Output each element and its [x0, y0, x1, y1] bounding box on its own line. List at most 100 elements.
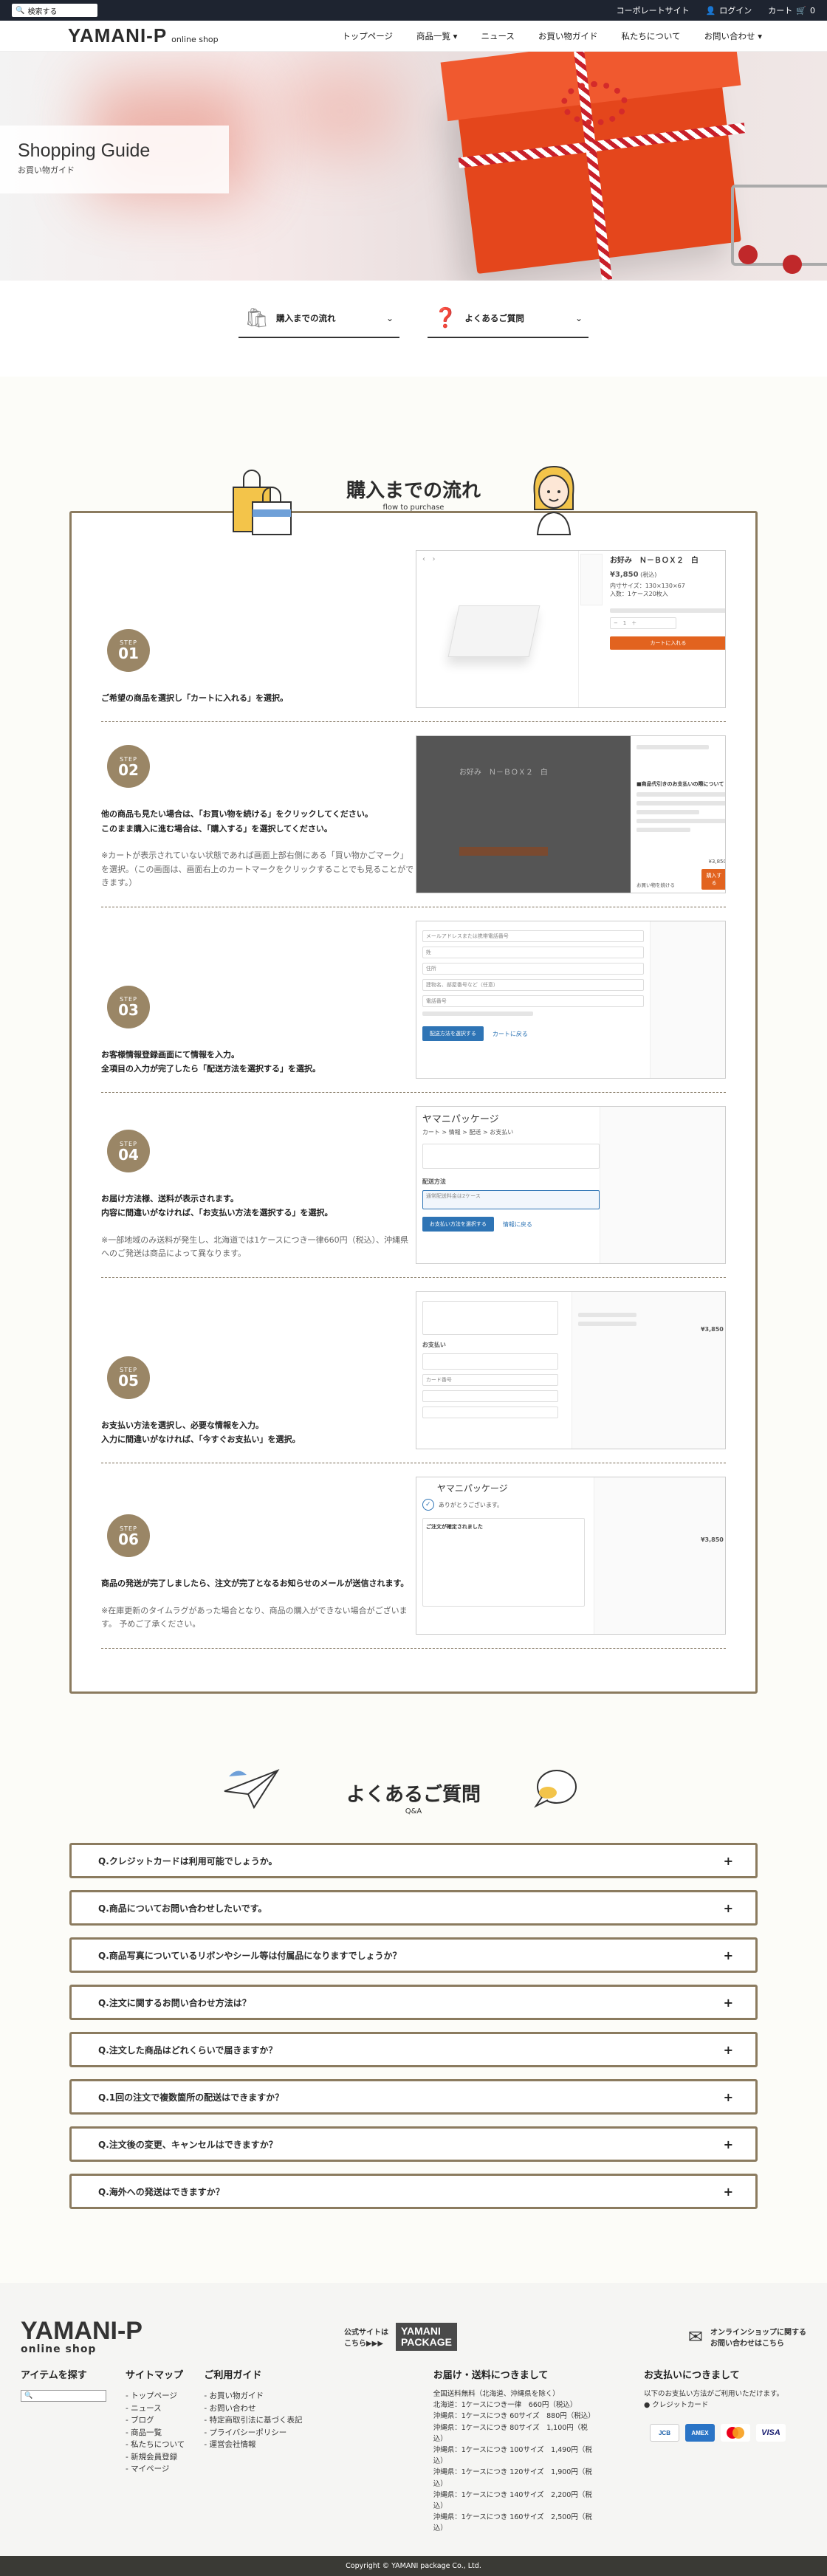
corporate-site-link[interactable]: コーポレートサイト	[617, 4, 690, 16]
nav-news[interactable]: ニュース	[469, 30, 526, 42]
continue-shopping[interactable]: お買い物を続ける	[636, 881, 675, 888]
payment-label: お支払い	[422, 1342, 446, 1348]
card-expiry-field[interactable]	[422, 1390, 558, 1402]
buy-button[interactable]: 購入する	[701, 869, 725, 890]
find-items: アイテムを探す 🔍	[21, 2367, 106, 2534]
badge-number: 02	[118, 760, 139, 779]
building-field[interactable]: 建物名、部屋番号など（任意）	[422, 979, 644, 991]
anchor-faq[interactable]: ❓ よくあるご質問 ⌄	[428, 307, 588, 338]
phone-field[interactable]: 電話番号	[422, 995, 644, 1007]
official-site-link[interactable]: 公式サイトは こちら▶▶▶ YAMANI PACKAGE	[344, 2323, 457, 2351]
step-screenshot-product: ‹ › お好み Ｎ－ＢＯＸ２ 白 ¥3,850 (税込) 内寸サイズ：130×1…	[415, 550, 726, 708]
step-badge: STEP 03	[107, 985, 150, 1028]
lastname-field[interactable]: 姓	[422, 947, 644, 958]
shipping-line: 沖縄県：1ケースにつき 60サイズ 880円（税込）	[433, 2412, 595, 2421]
plus-icon: +	[723, 2184, 733, 2199]
nav-products[interactable]: 商品一覧 ▾	[405, 30, 469, 42]
back-to-info-link[interactable]: 情報に戻る	[503, 1220, 532, 1229]
guide-link[interactable]: - お買い物ガイド	[204, 2390, 302, 2402]
copyright: Copyright © YAMANI package Co., Ltd.	[0, 2556, 827, 2576]
confirm-total: ¥3,850	[700, 1536, 724, 1543]
nav-contact[interactable]: お問い合わせ ▾	[693, 30, 774, 42]
search-placeholder: 検索する	[27, 7, 58, 16]
to-payment-button[interactable]: お支払い方法を選択する	[422, 1217, 494, 1232]
faq-item[interactable]: Q.海外への発送はできますか？ +	[69, 2174, 758, 2209]
step-03: STEP 03 お客様情報登録画面にて情報を入力。 全項目の入力が完了したら「配…	[101, 921, 726, 1093]
plus-icon: +	[723, 1900, 733, 1915]
footer-logo-subtext: online shop	[21, 2343, 97, 2355]
cart-link[interactable]: カート 🛒 0	[768, 4, 815, 16]
shipping-info: お届け・送料につきまして 全国送料無料（北海道、沖縄県を除く） 北海道：1ケース…	[433, 2367, 595, 2534]
step-content: STEP 03 お客様情報登録画面にて情報を入力。 全項目の入力が完了したら「配…	[101, 985, 416, 1079]
nav-guide[interactable]: お買い物ガイド	[526, 30, 610, 42]
tax-label: (税込)	[640, 571, 657, 578]
guide-link[interactable]: - 特定商取引法に基づく表記	[204, 2414, 302, 2427]
add-to-cart-button[interactable]: カートに入れる	[609, 636, 725, 650]
sitemap-link[interactable]: - マイページ	[126, 2463, 185, 2476]
hero-banner: Shopping Guide お買い物ガイド	[0, 52, 827, 281]
faq-question: Q.注文した商品はどれくらいで届きますか？	[98, 2044, 278, 2055]
guide-link[interactable]: - お問い合わせ	[204, 2402, 302, 2415]
shop-name: ヤマニパッケージ	[436, 1483, 508, 1494]
card-number-field[interactable]: カード番号	[422, 1374, 558, 1386]
anchor-label: 購入までの流れ	[276, 313, 336, 323]
shipping-line: 沖縄県：1ケースにつき 120サイズ 1,900円（税込）	[433, 2468, 592, 2488]
guide-link[interactable]: - 運営会社情報	[204, 2439, 302, 2451]
product-name-dim: お好み Ｎ－ＢＯＸ２ 白	[459, 769, 548, 777]
sitemap-link[interactable]: - ニュース	[126, 2402, 185, 2415]
sitemap-link[interactable]: - ブログ	[126, 2414, 185, 2427]
card-name-field[interactable]	[422, 1407, 558, 1418]
card-option[interactable]	[422, 1353, 558, 1370]
faq-item[interactable]: Q.注文した商品はどれくらいで届きますか？ +	[69, 2032, 758, 2067]
faq-item[interactable]: Q.クレジットカードは利用可能でしょうか。 +	[69, 1843, 758, 1878]
faq-item[interactable]: Q.注文後の変更、キャンセルはできますか？ +	[69, 2126, 758, 2162]
login-label: ログイン	[719, 6, 752, 16]
to-shipping-button[interactable]: 配送方法を選択する	[422, 1026, 484, 1041]
shipping-line: 沖縄県：1ケースにつき 100サイズ 1,490円（税込）	[433, 2445, 592, 2466]
faq-item[interactable]: Q.注文に関するお問い合わせ方法は？ +	[69, 1985, 758, 2020]
payment-title: お支払いにつきまして	[643, 2370, 740, 2381]
faq-heading: よくあるご質問 Q&A	[0, 1762, 827, 1830]
contact-link[interactable]: ✉ オンラインショップに関する お問い合わせはこちら	[688, 2326, 806, 2348]
back-to-cart-link[interactable]: カートに戻る	[493, 1030, 528, 1038]
confirm-title: ご注文が確定されました	[425, 1524, 483, 1530]
email-field[interactable]: メールアドレスまたは携帯電話番号	[422, 930, 644, 942]
faq-item[interactable]: Q.1回の注文で複数箇所の配送はできますか？ +	[69, 2079, 758, 2115]
site-logo[interactable]: YAMANI-P online shop	[68, 24, 219, 47]
footer-logo[interactable]: YAMANI-P online shop	[21, 2318, 143, 2355]
page-subtitle: お買い物ガイド	[18, 165, 75, 175]
footer-logo-text: YAMANI-P	[21, 2317, 143, 2345]
jcb-logo: JCB	[649, 2424, 679, 2442]
payment-info: お支払いにつきまして 以下のお支払い方法がご利用いただけます。 ● クレジットカ…	[644, 2367, 806, 2534]
checkout-summary	[422, 1301, 558, 1335]
address-field[interactable]: 住所	[422, 963, 644, 975]
section-subtitle: Q&A	[405, 1807, 422, 1816]
anchor-flow[interactable]: 🛍 購入までの流れ ⌄	[239, 307, 399, 338]
sitemap-link[interactable]: - 新規会員登録	[126, 2451, 185, 2464]
badge-number: 05	[118, 1372, 139, 1390]
image-nav-arrows: ‹ ›	[422, 555, 436, 563]
find-title: アイテムを探す	[21, 2370, 87, 2381]
info-form: メールアドレスまたは携帯電話番号 姓 住所 建物名、部屋番号など（任意） 電話番…	[422, 930, 644, 1041]
faq-question: Q.注文後の変更、キャンセルはできますか？	[98, 2139, 278, 2150]
search-input[interactable]: 🔍 検索する	[12, 4, 97, 17]
faq-item[interactable]: Q.商品写真についているリボンやシール等は付属品になりますでしょうか？ +	[69, 1937, 758, 1973]
shipping-line: 沖縄県：1ケースにつき 160サイズ 2,500円（税込）	[433, 2513, 592, 2533]
shipping-option[interactable]: 通常配送料金は2ケース	[422, 1190, 600, 1209]
speech-bubble-icon	[534, 1770, 577, 1808]
search-icon: 🔍	[16, 6, 25, 15]
login-link[interactable]: 👤 ログイン	[706, 4, 752, 16]
nav-top[interactable]: トップページ	[330, 30, 405, 42]
faq-item[interactable]: Q.商品についてお問い合わせしたいです。 +	[69, 1890, 758, 1926]
check-circle-icon: ✓	[422, 1499, 434, 1511]
footer-search-input[interactable]: 🔍	[21, 2390, 106, 2402]
nav-about[interactable]: 私たちについて	[609, 30, 692, 42]
quantity-stepper[interactable]: − 1 ＋	[609, 617, 676, 629]
search-icon: 🔍	[24, 2392, 33, 2400]
faq-question: Q.クレジットカードは利用可能でしょうか。	[98, 1855, 278, 1866]
sitemap-link[interactable]: - 私たちについて	[126, 2439, 185, 2451]
guide-link[interactable]: - プライバシーポリシー	[204, 2427, 302, 2439]
step-06: STEP 06 商品の発送が完了しましたら、注文が完了となるお知らせのメールが送…	[101, 1477, 726, 1649]
sitemap-link[interactable]: - 商品一覧	[126, 2427, 185, 2439]
sitemap-link[interactable]: - トップページ	[126, 2390, 185, 2402]
